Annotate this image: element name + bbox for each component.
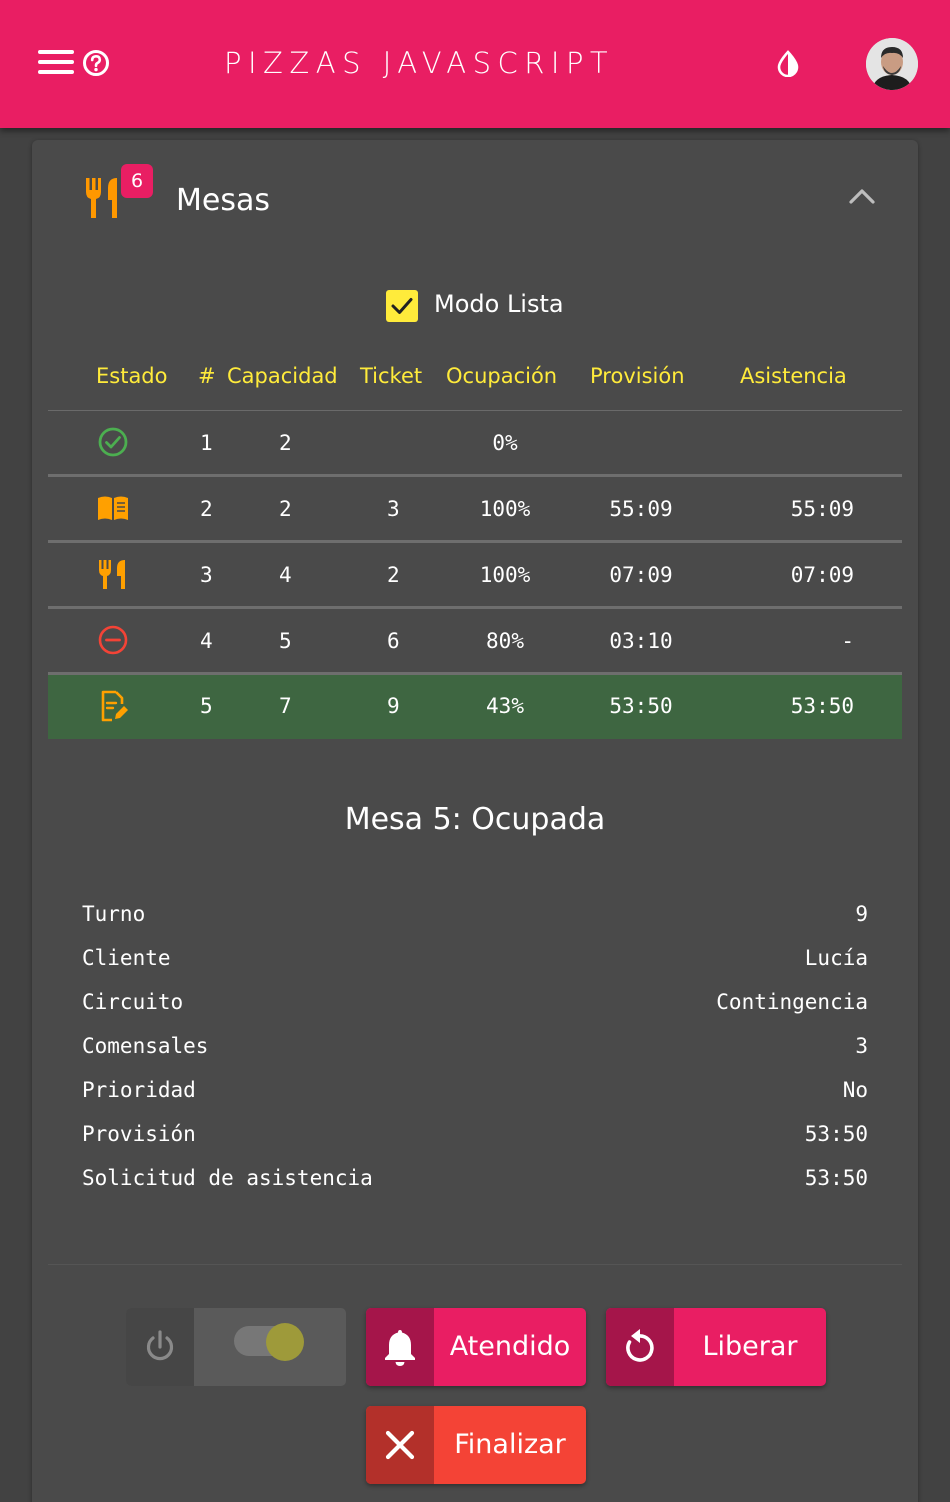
detail-key-circuito: Circuito	[82, 990, 184, 1014]
finish-button-label: Finalizar	[454, 1429, 566, 1460]
detail-value-circuito: Contingencia	[716, 990, 868, 1014]
detail-value-prioridad: No	[842, 1078, 868, 1102]
cell-number: 3	[200, 563, 213, 587]
cell-provision: 53:50	[609, 694, 673, 718]
check-icon	[391, 298, 413, 314]
user-avatar[interactable]	[866, 38, 918, 90]
contrast-icon[interactable]	[774, 49, 802, 77]
detail-value-provision: 53:50	[804, 1122, 868, 1146]
cell-occupancy: 0%	[492, 431, 518, 455]
actions-divider	[48, 1264, 902, 1265]
cell-capacity: 5	[279, 629, 292, 653]
cell-capacity: 2	[279, 497, 292, 521]
table-row[interactable]: 1 2 0%	[48, 411, 902, 477]
detail-key-provision: Provisión	[82, 1122, 196, 1146]
cell-occupancy: 80%	[486, 629, 524, 653]
minus-circle-icon	[98, 625, 128, 655]
menu-icon[interactable]	[38, 50, 74, 76]
detail-value-cliente: Lucía	[804, 946, 868, 970]
cell-capacity: 2	[279, 431, 292, 455]
finish-button[interactable]: Finalizar	[366, 1406, 586, 1484]
cell-number: 2	[200, 497, 213, 521]
cell-ticket: 9	[387, 694, 400, 718]
table-row[interactable]: 4 5 6 80% 03:10 -	[48, 609, 902, 675]
cell-provision: 55:09	[609, 497, 673, 521]
cell-ticket: 3	[387, 497, 400, 521]
col-header-asistencia: Asistencia	[740, 364, 847, 388]
help-icon[interactable]	[82, 49, 110, 77]
col-header-ticket: Ticket	[360, 364, 423, 388]
chevron-up-icon[interactable]	[846, 184, 878, 208]
table-row[interactable]: 3 4 2 100% 07:09 07:09	[48, 543, 902, 609]
menu-book-icon	[98, 496, 128, 520]
detail-value-comensales: 3	[855, 1034, 868, 1058]
cell-number: 1	[200, 431, 213, 455]
app-title: PIZZAS JAVASCRIPT	[224, 46, 615, 80]
detail-value-turno: 9	[855, 902, 868, 926]
refresh-icon	[626, 1329, 654, 1362]
detail-title: Mesa 5: Ocupada	[344, 802, 606, 837]
cell-occupancy: 43%	[486, 694, 524, 718]
cell-number: 4	[200, 629, 213, 653]
release-button[interactable]: Liberar	[606, 1308, 826, 1386]
col-header-estado: Estado	[96, 364, 168, 388]
detail-key-turno: Turno	[82, 902, 146, 926]
check-circle-icon	[98, 427, 128, 457]
col-header-number: #	[198, 364, 216, 388]
detail-key-asistencia: Solicitud de asistencia	[82, 1166, 373, 1190]
list-mode-label: Modo Lista	[434, 290, 564, 318]
col-header-provision: Provisión	[590, 364, 685, 388]
col-header-capacidad: Capacidad	[227, 364, 338, 388]
release-button-label: Liberar	[702, 1331, 798, 1362]
cell-occupancy: 100%	[479, 497, 531, 521]
detail-key-prioridad: Prioridad	[82, 1078, 196, 1102]
panel-title: Mesas	[176, 183, 270, 218]
detail-value-asistencia: 53:50	[804, 1166, 868, 1190]
detail-key-comensales: Comensales	[82, 1034, 209, 1058]
list-mode-checkbox[interactable]	[386, 290, 418, 322]
tables-count-badge: 6	[121, 164, 153, 198]
toggle-switch-knob[interactable]	[266, 1323, 304, 1361]
cell-provision: 03:10	[609, 629, 673, 653]
cell-assistance: -	[841, 629, 854, 653]
power-icon	[146, 1330, 174, 1361]
utensils-icon	[99, 560, 125, 589]
cell-assistance: 07:09	[790, 563, 854, 587]
attended-button[interactable]: Atendido	[366, 1308, 586, 1386]
cell-assistance: 53:50	[790, 694, 854, 718]
edit-note-icon	[101, 690, 128, 722]
cell-occupancy: 100%	[479, 563, 531, 587]
table-row[interactable]: 2 2 3 100% 55:09 55:09	[48, 477, 902, 543]
table-row-selected[interactable]: 5 7 9 43% 53:50 53:50	[48, 675, 902, 739]
bell-icon	[385, 1330, 415, 1366]
cell-number: 5	[200, 694, 213, 718]
close-icon	[385, 1430, 415, 1460]
cell-assistance: 55:09	[790, 497, 854, 521]
attended-button-label: Atendido	[449, 1331, 571, 1362]
top-app-bar: PIZZAS JAVASCRIPT	[0, 0, 950, 128]
detail-key-cliente: Cliente	[82, 946, 171, 970]
cell-capacity: 4	[279, 563, 292, 587]
cell-ticket: 6	[387, 629, 400, 653]
cell-ticket: 2	[387, 563, 400, 587]
power-toggle-group	[126, 1308, 346, 1386]
release-button-icon-area	[606, 1308, 674, 1386]
cell-provision: 07:09	[609, 563, 673, 587]
col-header-ocupacion: Ocupación	[446, 364, 558, 388]
cell-capacity: 7	[279, 694, 292, 718]
attended-button-icon-area	[366, 1308, 434, 1386]
power-segment	[126, 1308, 194, 1386]
finish-button-icon-area	[366, 1406, 434, 1484]
